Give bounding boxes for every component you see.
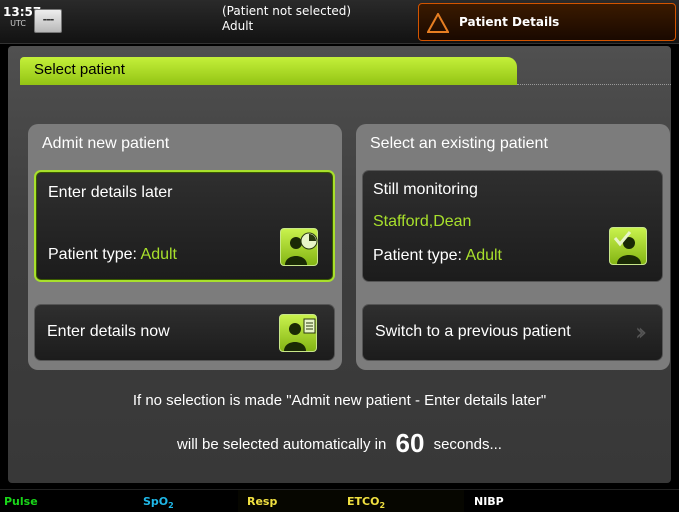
- select-existing-patient-section: Select an existing patient Still monitor…: [356, 124, 670, 370]
- countdown-prefix: will be selected automatically in: [177, 436, 387, 453]
- spo2-sub: 2: [168, 501, 174, 511]
- clock-zone: UTC: [10, 19, 26, 28]
- etco2-sub: 2: [379, 501, 386, 511]
- patient-type-row: Patient type: Adult: [48, 246, 177, 264]
- patient-status-line2: Adult: [222, 19, 254, 33]
- pulse-label[interactable]: Pulse: [4, 495, 38, 508]
- admit-heading: Admit new patient: [42, 135, 170, 152]
- dash-button[interactable]: ---: [34, 9, 62, 33]
- nibp-label[interactable]: NIBP: [474, 495, 504, 508]
- existing-patient-type-label: Patient type:: [373, 247, 462, 264]
- spo2-text: SpO: [143, 495, 169, 508]
- select-patient-panel: Select patient Admit new patient Enter d…: [8, 46, 671, 483]
- patient-name: Stafford,Dean: [373, 213, 472, 230]
- clock: 13:57 UTC: [3, 5, 42, 37]
- patient-details-label: Patient Details: [459, 15, 560, 29]
- patient-clock-icon: [280, 228, 318, 266]
- etco2-text: ETCO: [347, 495, 380, 508]
- panel-title-bar: Select patient: [20, 57, 517, 85]
- patient-status: (Patient not selected) Adult: [222, 4, 351, 34]
- switch-previous-patient-button[interactable]: Switch to a previous patient ››: [362, 304, 663, 361]
- still-monitoring-card[interactable]: Still monitoring Stafford,Dean Patient t…: [362, 170, 663, 282]
- clock-time: 13:57: [3, 5, 42, 19]
- switch-previous-label: Switch to a previous patient: [375, 323, 571, 340]
- still-monitoring-title: Still monitoring: [373, 181, 478, 198]
- title-divider: [517, 84, 671, 85]
- enter-details-now-button[interactable]: Enter details now: [34, 304, 335, 361]
- patient-form-icon: [279, 314, 317, 352]
- countdown-suffix: seconds...: [433, 436, 502, 453]
- parameter-bar: Pulse SpO2 Resp ETCO2 NIBP: [0, 489, 679, 512]
- etco2-label[interactable]: ETCO2: [347, 495, 385, 510]
- countdown-value: 60: [395, 428, 425, 458]
- patient-type-label: Patient type:: [48, 246, 137, 263]
- existing-patient-type-row: Patient type: Adult: [373, 247, 502, 265]
- patient-check-icon: [609, 227, 647, 265]
- patient-details-button[interactable]: Patient Details: [418, 3, 676, 41]
- patient-type-value: Adult: [140, 246, 177, 263]
- warning-triangle-icon: [427, 13, 449, 33]
- existing-heading: Select an existing patient: [370, 135, 548, 152]
- double-chevron-right-icon: ››: [635, 318, 647, 346]
- enter-details-later-title: Enter details later: [48, 184, 173, 201]
- resp-label[interactable]: Resp: [247, 495, 277, 508]
- auto-select-message: If no selection is made "Admit new patie…: [132, 392, 547, 409]
- page-title: Select patient: [34, 61, 125, 78]
- enter-details-now-label: Enter details now: [47, 323, 170, 340]
- enter-details-later-card[interactable]: Enter details later Patient type: Adult: [34, 170, 335, 282]
- spo2-label[interactable]: SpO2: [143, 495, 174, 510]
- countdown-message: will be selected automatically in 60 sec…: [0, 428, 679, 459]
- patient-status-line1: (Patient not selected): [222, 4, 352, 18]
- existing-patient-type-value: Adult: [465, 247, 502, 264]
- top-status-bar: 13:57 UTC --- (Patient not selected) Adu…: [0, 0, 679, 44]
- admit-new-patient-section: Admit new patient Enter details later Pa…: [28, 124, 342, 370]
